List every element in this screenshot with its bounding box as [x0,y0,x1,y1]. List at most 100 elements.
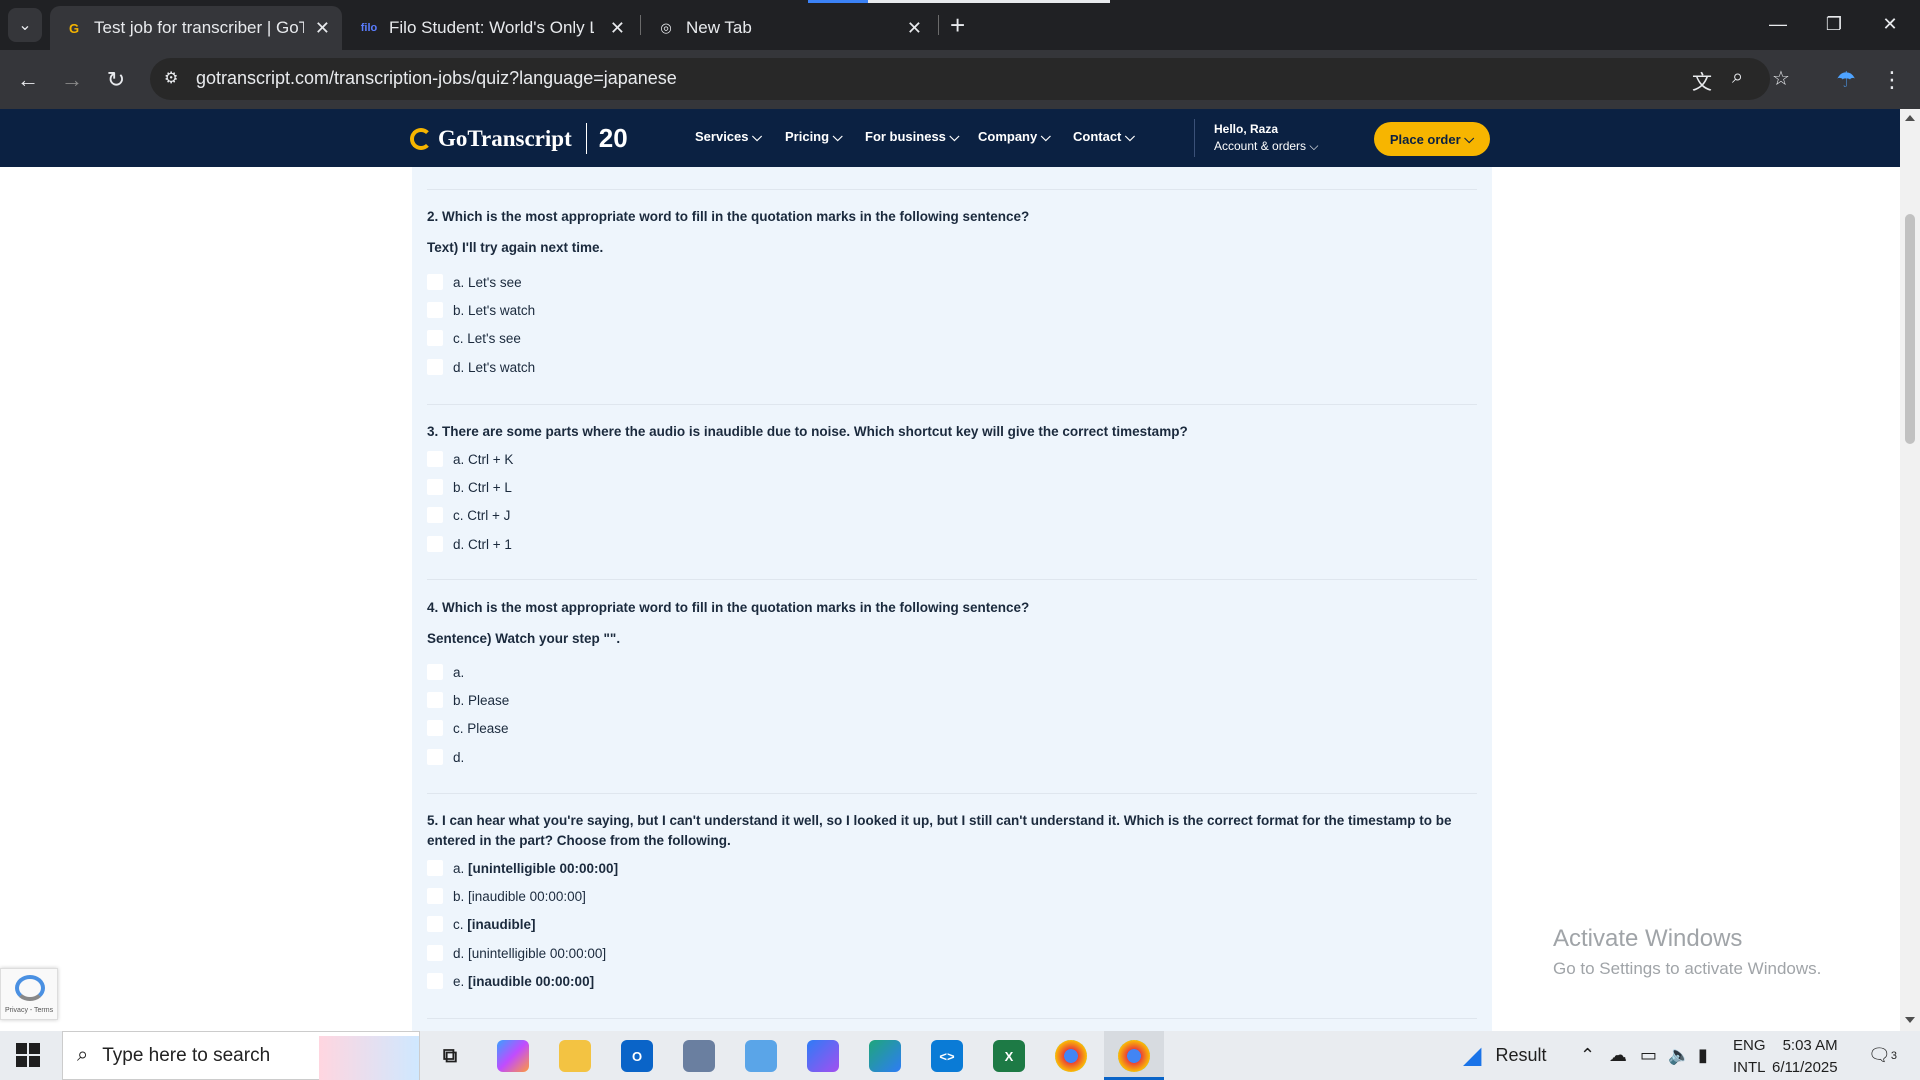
clock-time: 5:03 AM [1782,1037,1838,1054]
profile-avatar-icon[interactable]: ☂ [1830,64,1862,96]
nav-for-business[interactable]: For business ⌵ [865,129,959,145]
place-order-button[interactable]: Place order ⌵ [1374,122,1490,156]
nav-pricing[interactable]: Pricing ⌵ [785,129,843,145]
forward-arrow-icon[interactable]: → [56,64,88,96]
checkbox[interactable] [427,536,443,552]
option-checkbox[interactable]: c. Let's see [427,330,521,346]
notification-center-icon[interactable]: 🗨 3 [1868,1031,1897,1080]
restore-icon[interactable]: ❐ [1806,0,1862,48]
option-checkbox[interactable]: a. [unintelligible 00:00:00] [427,860,618,876]
zoom-icon[interactable]: ⌕ [1732,66,1743,89]
checkbox[interactable] [427,888,443,904]
checkbox[interactable] [427,479,443,495]
option-checkbox[interactable]: b. Please [427,692,509,708]
copilot-icon[interactable] [497,1040,529,1072]
kebab-menu-icon[interactable]: ⋮ [1876,64,1908,96]
option-checkbox[interactable]: c. Please [427,720,509,736]
translate-icon[interactable]: 文 [1692,66,1712,95]
language-indicator[interactable]: ENG INTL [1733,1035,1766,1079]
address-bar[interactable]: ⚙ gotranscript.com/transcription-jobs/qu… [150,58,1790,100]
excel-icon[interactable]: X [993,1040,1025,1072]
new-tab-plus-icon[interactable]: + [950,10,965,41]
nav-company[interactable]: Company ⌵ [978,129,1051,145]
weather-widget[interactable]: ◢ Result [1463,1031,1547,1080]
checkbox[interactable] [427,973,443,989]
checkbox[interactable] [427,860,443,876]
onedrive-icon[interactable]: ☁ [1609,1031,1627,1080]
system-app-icon[interactable] [683,1040,715,1072]
checkbox[interactable] [427,692,443,708]
tab-filo[interactable]: filo Filo Student: World's Only Live Ins… [345,6,637,50]
recaptcha-links[interactable]: Privacy - Terms [5,1007,53,1014]
option-checkbox[interactable]: c. Ctrl + J [427,507,510,523]
checkbox[interactable] [427,302,443,318]
file-explorer-icon[interactable] [559,1040,591,1072]
back-arrow-icon[interactable]: ← [12,64,44,96]
meet-now-icon[interactable]: ▭ [1640,1031,1657,1080]
desktop-app-icon[interactable] [745,1040,777,1072]
page-scrollbar[interactable] [1900,109,1920,1031]
m365-icon[interactable] [807,1040,839,1072]
option-label: c. Ctrl + J [453,507,511,523]
site-info-icon[interactable]: ⚙ [164,68,178,88]
option-checkbox[interactable]: b. [inaudible 00:00:00] [427,888,586,904]
divider [427,1018,1477,1019]
option-checkbox[interactable]: b. Let's watch [427,302,535,318]
bookmark-star-icon[interactable]: ☆ [1772,66,1790,91]
scroll-down-arrow-icon[interactable] [1905,1017,1915,1023]
vscode-icon[interactable]: <> [931,1040,963,1072]
option-checkbox[interactable]: a. Let's see [427,274,522,290]
option-checkbox[interactable]: a. Ctrl + K [427,451,513,467]
checkbox[interactable] [427,330,443,346]
reload-icon[interactable]: ↻ [100,64,132,96]
scrollbar-thumb[interactable] [1905,214,1915,444]
option-checkbox[interactable]: d. [unintelligible 00:00:00] [427,945,606,961]
volume-icon[interactable]: 🔈 [1668,1031,1690,1080]
option-checkbox[interactable]: c. [inaudible] [427,916,536,932]
chevron-down-icon: ⌵ [949,129,960,144]
option-checkbox[interactable]: d. Ctrl + 1 [427,536,512,552]
system-clock[interactable]: 5:03 AM 6/11/2025 [1772,1035,1838,1079]
close-icon[interactable]: ✕ [315,18,330,39]
edge-icon[interactable] [869,1040,901,1072]
battery-icon[interactable]: ▮ [1698,1031,1708,1080]
checkbox[interactable] [427,274,443,290]
chrome-icon[interactable] [1055,1040,1087,1072]
checkbox[interactable] [427,916,443,932]
windows-start-icon[interactable] [16,1043,40,1067]
tab-search-button[interactable]: ⌄ [8,8,42,42]
option-checkbox[interactable]: a. [427,664,464,680]
tab-new[interactable]: ◎ New Tab ✕ [642,6,934,50]
page-content: 2. Which is the most appropriate word to… [0,167,1900,1031]
minimize-icon[interactable]: — [1750,0,1806,48]
checkbox[interactable] [427,664,443,680]
checkbox[interactable] [427,720,443,736]
close-window-icon[interactable]: ✕ [1862,0,1918,48]
checkbox[interactable] [427,451,443,467]
chrome-profile-icon[interactable] [1118,1040,1150,1072]
nav-services[interactable]: Services ⌵ [695,129,762,145]
close-icon[interactable]: ✕ [610,18,625,39]
site-logo[interactable]: GoTranscript 20 [410,123,628,154]
outlook-icon[interactable]: O [621,1040,653,1072]
checkbox[interactable] [427,507,443,523]
option-label: a. [453,664,465,680]
option-checkbox[interactable]: e. [inaudible 00:00:00] [427,973,594,989]
taskbar-search-box[interactable]: ⌕ Type here to search [62,1031,420,1080]
close-icon[interactable]: ✕ [907,18,922,39]
tab-gotranscript[interactable]: G Test job for transcriber | GoTranscrip… [50,6,342,50]
nav-label: Company [978,129,1038,144]
checkbox[interactable] [427,749,443,765]
checkbox[interactable] [427,359,443,375]
checkbox[interactable] [427,945,443,961]
url-text[interactable]: gotranscript.com/transcription-jobs/quiz… [196,68,677,89]
hidden-icons-chevron-icon[interactable]: ⌃ [1580,1031,1595,1080]
option-checkbox[interactable]: d. [427,749,464,765]
scroll-up-arrow-icon[interactable] [1905,115,1915,121]
option-checkbox[interactable]: d. Let's watch [427,359,535,375]
task-view-icon[interactable]: ⧉ [434,1040,466,1072]
account-menu[interactable]: Hello, Raza Account & orders ⌵ [1214,121,1319,155]
nav-contact[interactable]: Contact ⌵ [1073,129,1135,145]
option-checkbox[interactable]: b. Ctrl + L [427,479,512,495]
recaptcha-badge[interactable]: Privacy - Terms [0,968,58,1020]
